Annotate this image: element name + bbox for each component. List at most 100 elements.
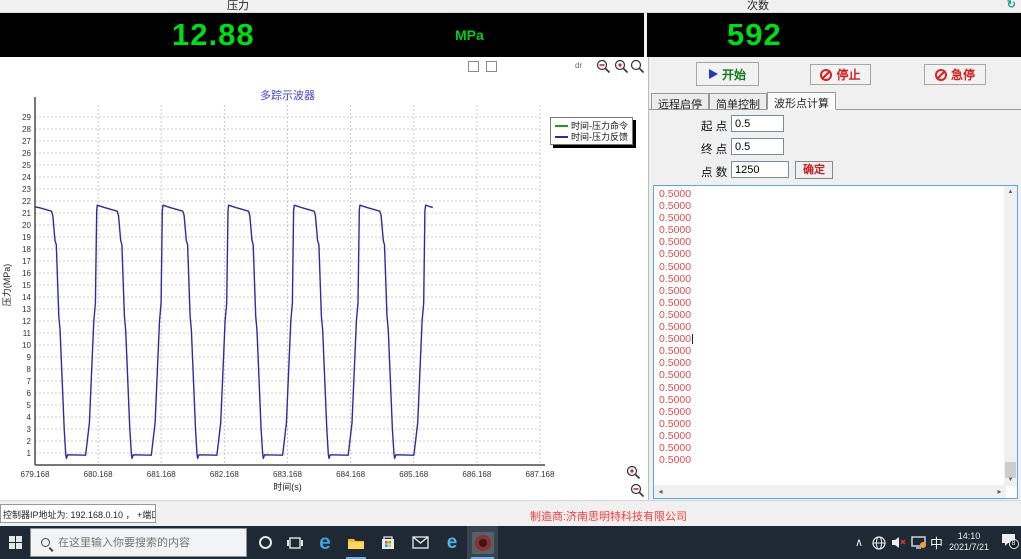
volume-button[interactable] [889,526,908,559]
cortana-button[interactable] [251,526,279,559]
refresh-icon[interactable]: ↻ [1007,0,1016,12]
task-view-button[interactable] [281,526,309,559]
svg-text:2: 2 [27,437,32,446]
end-point-label: 终 点 [701,141,727,157]
svg-text:679.168: 679.168 [21,470,50,479]
svg-text:683.168: 683.168 [273,470,302,479]
tray-expand-button[interactable]: ∧ [850,526,868,559]
ime-indicator[interactable]: 中 [928,526,945,559]
edge-button[interactable]: e [311,526,339,559]
count-display-panel: 592 [647,13,1021,57]
store-button[interactable] [374,526,402,559]
tab-waveform-calc[interactable]: 波形点计算 [767,92,836,110]
notification-badge: 8 [1009,539,1019,549]
svg-text:11: 11 [23,329,32,338]
header-bar: 压力 次数 ↻ [0,0,1021,13]
waveform-value-line: 0.5000 [659,442,693,454]
svg-text:29: 29 [22,113,31,122]
clock[interactable]: 14:10 2021/7/21 [944,526,994,559]
vertical-scrollbar[interactable]: ▲ ▼ [1004,186,1017,486]
taskbar-search[interactable] [30,528,247,557]
svg-text:15: 15 [22,281,31,290]
start-button[interactable]: 开始 [696,62,759,86]
count-value: 592 [727,17,782,53]
svg-text:10: 10 [22,341,31,350]
scroll-right-icon[interactable]: ▸ [993,485,1006,498]
end-point-input[interactable] [731,138,784,155]
feedback-line-swatch [555,136,568,138]
svg-text:14: 14 [22,293,31,302]
mail-button[interactable] [406,526,434,559]
notification-icon: 8 [1000,533,1017,553]
waveform-value-line: 0.5000 [659,418,693,430]
point-count-label: 点 数 [701,164,727,180]
svg-text:24: 24 [22,173,31,182]
svg-text:28: 28 [22,125,31,134]
mail-icon [412,536,429,549]
tab-simple-control[interactable]: 简单控制 [709,93,767,110]
svg-text:16: 16 [22,269,31,278]
svg-text:17: 17 [22,257,31,266]
horizontal-scrollbar[interactable]: ◂ ▸ [654,485,1006,498]
scroll-up-icon[interactable]: ▲ [1004,186,1017,198]
search-icon [41,538,50,547]
svg-text:684.168: 684.168 [336,470,365,479]
svg-text:13: 13 [22,305,31,314]
svg-text:18: 18 [22,245,31,254]
waveform-value-line: 0.5000 [659,297,693,309]
globe-network-icon [872,536,886,550]
svg-text:6: 6 [27,389,32,398]
file-explorer-button[interactable] [342,526,370,559]
start-point-input[interactable] [731,115,784,132]
waveform-value-line: 0.5000 [659,224,693,236]
waveform-values-box[interactable]: 0.50000.50000.50000.50000.50000.50000.50… [653,185,1018,499]
count-label: 次数 [747,0,769,13]
action-center-button[interactable]: 8 [995,526,1021,559]
pressure-unit: MPa [455,27,484,43]
svg-text:3: 3 [27,425,32,434]
waveform-value-line: 0.5000 [659,200,693,212]
waveform-value-line: 0.5000 [659,430,693,442]
svg-text:7: 7 [27,377,32,386]
svg-text:20: 20 [22,221,31,230]
search-input[interactable] [58,537,228,549]
app-icon [472,532,494,554]
svg-text:22: 22 [22,197,31,206]
folder-icon [347,536,365,550]
waveform-values: 0.50000.50000.50000.50000.50000.50000.50… [659,188,693,466]
tab-remote-startstop[interactable]: 远程启停 [651,93,709,110]
internet-explorer-button[interactable]: e [438,526,466,559]
oscilloscope-region: dr 多踪示波器 679.168680.168681.168682.168683… [0,57,648,500]
point-count-input[interactable] [731,161,789,178]
waveform-value-line: 0.5000 [659,248,693,260]
waveform-value-line: 0.5000 [659,333,693,345]
svg-text:9: 9 [27,353,32,362]
svg-text:12: 12 [22,317,31,326]
active-app-button[interactable] [467,526,498,559]
no-entry-icon [820,69,832,81]
display-tray-button[interactable] [908,526,928,559]
chart-legend: 时间-压力命令 时间-压力反馈 [550,117,633,145]
emergency-stop-button[interactable]: 急停 [924,64,986,85]
waveform-value-line: 0.5000 [659,454,693,466]
network-button[interactable] [869,526,888,559]
internet-explorer-icon: e [447,526,458,559]
scroll-left-icon[interactable]: ◂ [654,485,667,498]
waveform-value-line: 0.5000 [659,309,693,321]
manufacturer-text: 制造商:济南思明特科技有限公司 [530,508,687,524]
svg-text:685.168: 685.168 [399,470,428,479]
start-menu-button[interactable] [0,526,30,559]
confirm-button[interactable]: 确定 [795,161,833,179]
svg-text:26: 26 [22,149,31,158]
edge-icon: e [319,526,331,559]
status-bar: 控制器IP地址为: 192.168.0.10 ， +端口52205 制造商:济南… [0,500,1021,526]
corner-zoom-in-icon[interactable] [626,465,642,481]
controller-ip-status: 控制器IP地址为: 192.168.0.10 ， +端口52205 [0,504,156,523]
waveform-value-line: 0.5000 [659,212,693,224]
play-arrow-icon [709,69,718,79]
svg-text:680.168: 680.168 [84,470,113,479]
cortana-icon [259,536,272,549]
stop-button[interactable]: 停止 [810,64,871,85]
pressure-display-panel: 12.88 MPa [0,13,644,57]
corner-zoom-out-icon[interactable] [630,483,646,499]
